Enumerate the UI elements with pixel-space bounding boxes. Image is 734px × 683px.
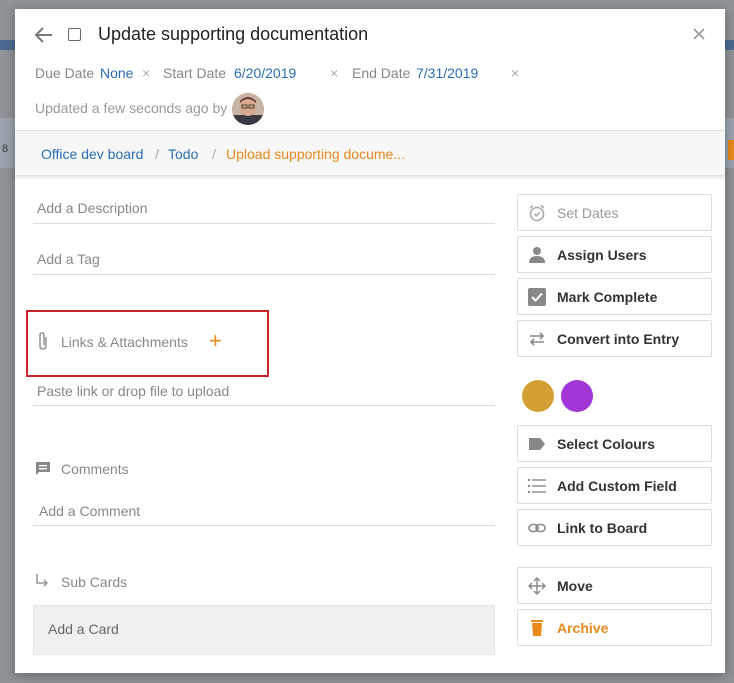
paste-link-input[interactable]: Paste link or drop file to upload [37,383,229,399]
updated-text: Updated a few seconds ago by [35,100,228,116]
archive-button[interactable]: Archive [517,609,712,646]
alarm-clock-icon [529,204,545,222]
clear-end-date-button[interactable]: × [511,65,519,81]
select-colours-label: Select Colours [557,436,656,452]
comments-label: Comments [61,461,129,477]
background-row-number: 8 [2,143,9,155]
set-dates-label: Set Dates [557,205,619,221]
subdirectory-arrow-icon [36,574,49,587]
assign-users-button[interactable]: Assign Users [517,236,712,273]
move-button[interactable]: Move [517,567,712,604]
swap-arrows-icon [529,332,545,346]
avatar-image [232,93,264,125]
set-dates-button[interactable]: Set Dates [517,194,712,231]
description-input[interactable]: Add a Description [37,200,148,216]
colour-swatch-gold[interactable] [522,380,554,412]
tag-input[interactable]: Add a Tag [37,251,100,267]
clear-due-date-button[interactable]: × [142,65,150,81]
subcards-label: Sub Cards [61,574,128,590]
comment-input[interactable]: Add a Comment [39,503,140,519]
add-custom-field-button[interactable]: Add Custom Field [517,467,712,504]
select-colours-button[interactable]: Select Colours [517,425,712,462]
convert-entry-label: Convert into Entry [557,331,680,347]
breadcrumb-separator: / [155,146,159,162]
convert-entry-button[interactable]: Convert into Entry [517,320,712,357]
close-button[interactable] [692,27,706,41]
end-date-value[interactable]: 7/31/2019 [416,65,478,81]
label-tag-icon [529,438,545,450]
back-button[interactable] [34,26,54,44]
colour-swatch-purple[interactable] [561,380,593,412]
comment-underline [33,525,495,526]
avatar[interactable] [232,93,264,125]
link-to-board-label: Link to Board [557,520,648,536]
assign-users-label: Assign Users [557,247,647,263]
move-label: Move [557,578,593,594]
breadcrumb-list[interactable]: Todo [168,146,198,162]
paste-link-underline [33,405,495,406]
add-link-button[interactable]: + [209,330,222,352]
link-to-board-button[interactable]: Link to Board [517,509,712,546]
breadcrumb-current-card: Upload supporting docume... [226,146,405,162]
tag-underline [33,274,495,275]
due-date-value[interactable]: None [100,65,133,81]
breadcrumb-separator: / [212,146,216,162]
card-title[interactable]: Update supporting documentation [98,24,368,45]
breadcrumb: Office dev board / Todo / Upload support… [15,130,725,175]
background-accent-mark [728,140,734,160]
card-header: Update supporting documentation Due Date… [15,9,725,129]
link-icon [528,523,546,533]
archive-label: Archive [557,620,609,636]
clear-start-date-button[interactable]: × [330,65,338,81]
list-icon [528,479,546,493]
end-date-label: End Date [352,65,411,81]
mark-complete-label: Mark Complete [557,289,658,305]
move-arrows-icon [528,577,546,595]
complete-checkbox[interactable] [68,28,81,41]
arrow-left-icon [34,27,52,43]
start-date-value[interactable]: 6/20/2019 [234,65,296,81]
due-date-label: Due Date [35,65,95,81]
description-underline [33,223,495,224]
close-icon [693,28,705,40]
comment-icon [36,462,50,475]
start-date-label: Start Date [163,65,227,81]
add-custom-field-label: Add Custom Field [557,478,677,494]
person-icon [529,247,545,263]
card-detail-modal: Update supporting documentation Due Date… [15,9,725,673]
mark-complete-button[interactable]: Mark Complete [517,278,712,315]
paperclip-icon [39,332,47,350]
breadcrumb-board[interactable]: Office dev board [41,146,143,162]
links-attachments-label: Links & Attachments [61,334,188,350]
trash-icon [531,620,543,636]
add-card-button[interactable]: Add a Card [33,605,495,655]
checkbox-checked-icon [528,288,546,306]
